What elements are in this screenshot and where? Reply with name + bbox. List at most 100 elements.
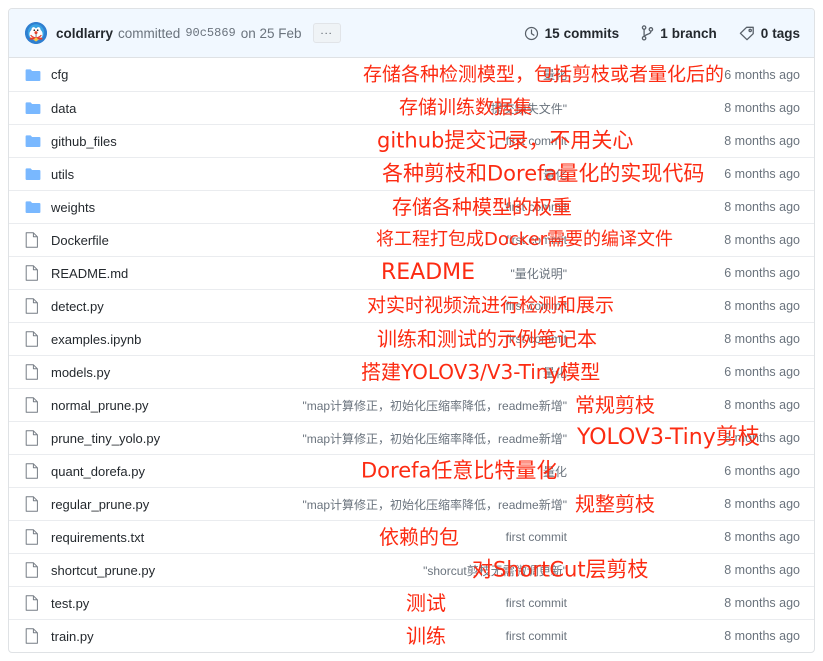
repository-file-table: coldlarry committed 90c5869 on 25 Feb ..…	[8, 8, 815, 653]
folder-icon	[25, 135, 41, 147]
file-icon	[25, 298, 38, 314]
commit-expand-button[interactable]: ...	[312, 23, 341, 43]
branch-icon	[641, 25, 654, 41]
file-name-cell: regular_prune.py	[51, 497, 251, 512]
commit-message-cell: first commit	[251, 530, 569, 544]
commit-message-link[interactable]: "量化说明"	[510, 267, 567, 281]
tags-stat[interactable]: 0 tags	[739, 26, 800, 41]
avatar[interactable]	[25, 22, 47, 44]
commit-time-cell: 8 months ago	[724, 596, 800, 610]
table-row: data "提交缺失文件" 8 months ago 存储训练数据集	[9, 91, 814, 124]
commit-time-cell: 8 months ago	[724, 299, 800, 313]
commit-message-cell: first commit	[251, 200, 569, 214]
file-name-link[interactable]: Dockerfile	[51, 233, 109, 248]
file-name-cell: README.md	[51, 266, 251, 281]
commit-time-cell: 8 months ago	[724, 530, 800, 544]
commit-message-cell: "map计算修正，初始化压缩率降低，readme新增"	[251, 430, 569, 447]
commit-message-link[interactable]: 量化	[543, 366, 567, 380]
commit-time-cell: 6 months ago	[724, 266, 800, 280]
row-icon-cell	[25, 298, 51, 314]
commit-time-cell: 8 months ago	[724, 134, 800, 148]
commit-message-cell: 量化	[251, 364, 569, 381]
file-name-link[interactable]: github_files	[51, 134, 117, 149]
file-name-cell: detect.py	[51, 299, 251, 314]
file-name-link[interactable]: cfg	[51, 67, 68, 82]
file-name-link[interactable]: test.py	[51, 596, 89, 611]
file-name-link[interactable]: prune_tiny_yolo.py	[51, 431, 160, 446]
row-icon-cell	[25, 562, 51, 578]
commit-time-cell: 8 months ago	[724, 629, 800, 643]
commits-count: 15	[544, 25, 560, 41]
commit-message-link[interactable]: 量化	[543, 68, 567, 82]
file-name-link[interactable]: regular_prune.py	[51, 497, 149, 512]
file-name-link[interactable]: weights	[51, 200, 95, 215]
commit-message-link[interactable]: first commit	[506, 530, 567, 544]
table-row: README.md "量化说明" 6 months ago README	[9, 256, 814, 289]
row-icon-cell	[25, 101, 51, 115]
file-icon	[25, 364, 38, 380]
row-icon-cell	[25, 364, 51, 380]
commit-message-cell: "提交缺失文件"	[251, 100, 569, 117]
commit-author[interactable]: coldlarry	[56, 26, 113, 41]
commit-time-cell: 6 months ago	[724, 365, 800, 379]
row-icon-cell	[25, 397, 51, 413]
commit-message-cell: first commit	[251, 233, 569, 247]
file-icon	[25, 331, 38, 347]
table-row: normal_prune.py "map计算修正，初始化压缩率降低，readme新…	[9, 388, 814, 421]
commit-message-link[interactable]: first commit	[506, 629, 567, 643]
file-name-link[interactable]: data	[51, 101, 76, 116]
commit-message-cell: first commit	[251, 629, 569, 643]
file-icon	[25, 463, 38, 479]
file-name-link[interactable]: train.py	[51, 629, 94, 644]
commit-message-link[interactable]: "map计算修正，初始化压缩率降低，readme新增"	[302, 498, 567, 512]
table-row: train.py first commit 8 months ago 训练	[9, 619, 814, 652]
row-icon-cell	[25, 529, 51, 545]
commits-label: commits	[563, 25, 620, 41]
row-icon-cell	[25, 463, 51, 479]
commit-sha[interactable]: 90c5869	[185, 26, 235, 40]
file-name-link[interactable]: quant_dorefa.py	[51, 464, 145, 479]
commit-verb: committed	[118, 25, 181, 41]
commit-message-link[interactable]: "map计算修正，初始化压缩率降低，readme新增"	[302, 399, 567, 413]
commit-time-cell: 6 months ago	[724, 464, 800, 478]
commit-message-link[interactable]: 量化	[543, 465, 567, 479]
file-name-link[interactable]: detect.py	[51, 299, 104, 314]
file-name-link[interactable]: requirements.txt	[51, 530, 144, 545]
table-row: regular_prune.py "map计算修正，初始化压缩率降低，readme…	[9, 487, 814, 520]
commit-message-link[interactable]: 量化	[543, 168, 567, 182]
file-icon	[25, 628, 38, 644]
row-icon-cell	[25, 430, 51, 446]
branches-stat[interactable]: 1 branch	[641, 25, 717, 41]
commits-stat[interactable]: 15 commits	[524, 25, 620, 41]
file-name-link[interactable]: models.py	[51, 365, 110, 380]
file-name-cell: examples.ipynb	[51, 332, 251, 347]
commit-message-link[interactable]: first commit	[506, 233, 567, 247]
file-icon	[25, 232, 38, 248]
commit-message-link[interactable]: first commit	[506, 332, 567, 346]
commit-time-cell: 8 months ago	[724, 200, 800, 214]
commit-message-link[interactable]: "shorcut剪枝无需微调更新"	[423, 564, 567, 578]
commit-message-link[interactable]: first commit	[506, 134, 567, 148]
file-name-link[interactable]: examples.ipynb	[51, 332, 141, 347]
folder-icon	[25, 201, 41, 213]
row-icon-cell	[25, 167, 51, 181]
commit-message-link[interactable]: "提交缺失文件"	[486, 102, 567, 116]
row-icon-cell	[25, 331, 51, 347]
file-name-link[interactable]: utils	[51, 167, 74, 182]
commit-message-link[interactable]: first commit	[506, 200, 567, 214]
table-row: github_files first commit 8 months ago gith…	[9, 124, 814, 157]
commit-message-link[interactable]: "map计算修正，初始化压缩率降低，readme新增"	[302, 432, 567, 446]
file-name-cell: test.py	[51, 596, 251, 611]
commit-message-cell: "shorcut剪枝无需微调更新"	[251, 562, 569, 579]
history-icon	[524, 26, 539, 41]
file-name-link[interactable]: normal_prune.py	[51, 398, 149, 413]
file-name-cell: github_files	[51, 134, 251, 149]
table-row: shortcut_prune.py "shorcut剪枝无需微调更新" 8 mont…	[9, 553, 814, 586]
file-name-link[interactable]: README.md	[51, 266, 128, 281]
file-name-link[interactable]: shortcut_prune.py	[51, 563, 155, 578]
commit-message-link[interactable]: first commit	[506, 596, 567, 610]
commit-time-cell: 8 months ago	[724, 398, 800, 412]
file-icon	[25, 529, 38, 545]
row-icon-cell	[25, 134, 51, 148]
commit-message-link[interactable]: first commit	[506, 299, 567, 313]
